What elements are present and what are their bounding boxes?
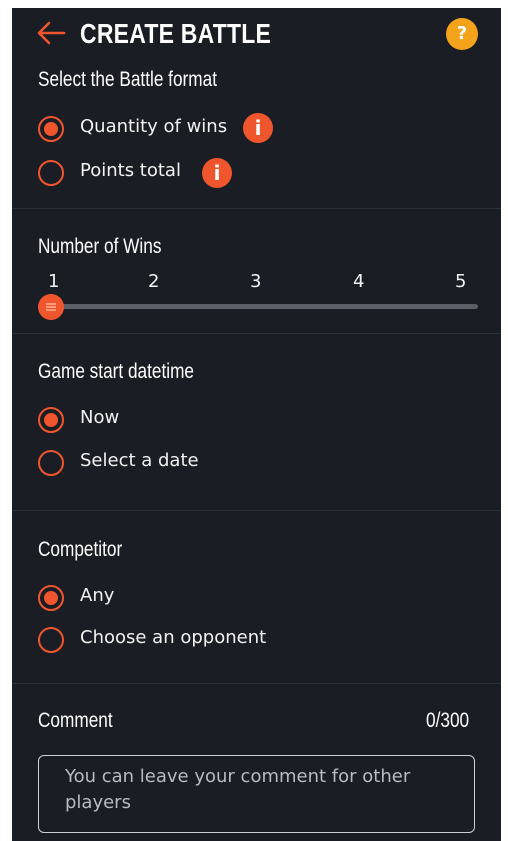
comment-char-counter: 0/300 [426, 709, 470, 732]
radio-button[interactable] [38, 160, 64, 186]
comment-placeholder: You can leave your comment for other pla… [65, 766, 411, 813]
back-arrow-icon[interactable] [36, 20, 66, 46]
slider-tick-label: 1 [48, 271, 60, 292]
option-now[interactable]: Now [38, 405, 178, 435]
option-label: Choose an opponent [80, 627, 267, 648]
header: CREATE BATTLE ? [12, 8, 501, 60]
comment-title: Comment [38, 709, 113, 732]
info-icon[interactable]: i [202, 158, 232, 188]
radio-button-selected[interactable] [38, 585, 64, 611]
radio-button-selected[interactable] [38, 116, 64, 142]
divider [12, 510, 501, 511]
divider [12, 333, 501, 334]
battle-format-title: Select the Battle format [38, 68, 217, 91]
comment-input[interactable]: You can leave your comment for other pla… [38, 755, 475, 833]
option-choose-an-opponent[interactable]: Choose an opponent [38, 625, 288, 655]
divider [12, 683, 501, 684]
info-icon[interactable]: i [243, 113, 273, 143]
number-of-wins-title: Number of Wins [38, 235, 162, 258]
option-label: Quantity of wins [80, 116, 228, 137]
page-title: CREATE BATTLE [80, 18, 272, 49]
create-battle-screen: CREATE BATTLE ? Select the Battle format… [12, 8, 501, 841]
help-icon[interactable]: ? [446, 18, 478, 50]
radio-button[interactable] [38, 450, 64, 476]
option-label: Now [80, 407, 120, 428]
competitor-title: Competitor [38, 538, 123, 561]
game-start-title: Game start datetime [38, 360, 195, 383]
slider-tick-label: 5 [455, 271, 467, 292]
option-label: Select a date [80, 450, 199, 471]
option-label: Points total [80, 160, 181, 181]
option-select-a-date[interactable]: Select a date [38, 448, 238, 478]
radio-button[interactable] [38, 627, 64, 653]
option-label: Any [80, 585, 115, 606]
slider-tick-label: 4 [353, 271, 365, 292]
wins-slider-track[interactable] [42, 304, 478, 309]
divider [12, 208, 501, 209]
slider-tick-label: 2 [148, 271, 160, 292]
slider-tick-label: 3 [250, 271, 262, 292]
option-any[interactable]: Any [38, 583, 178, 613]
radio-button-selected[interactable] [38, 407, 64, 433]
wins-slider-thumb[interactable] [38, 294, 64, 320]
